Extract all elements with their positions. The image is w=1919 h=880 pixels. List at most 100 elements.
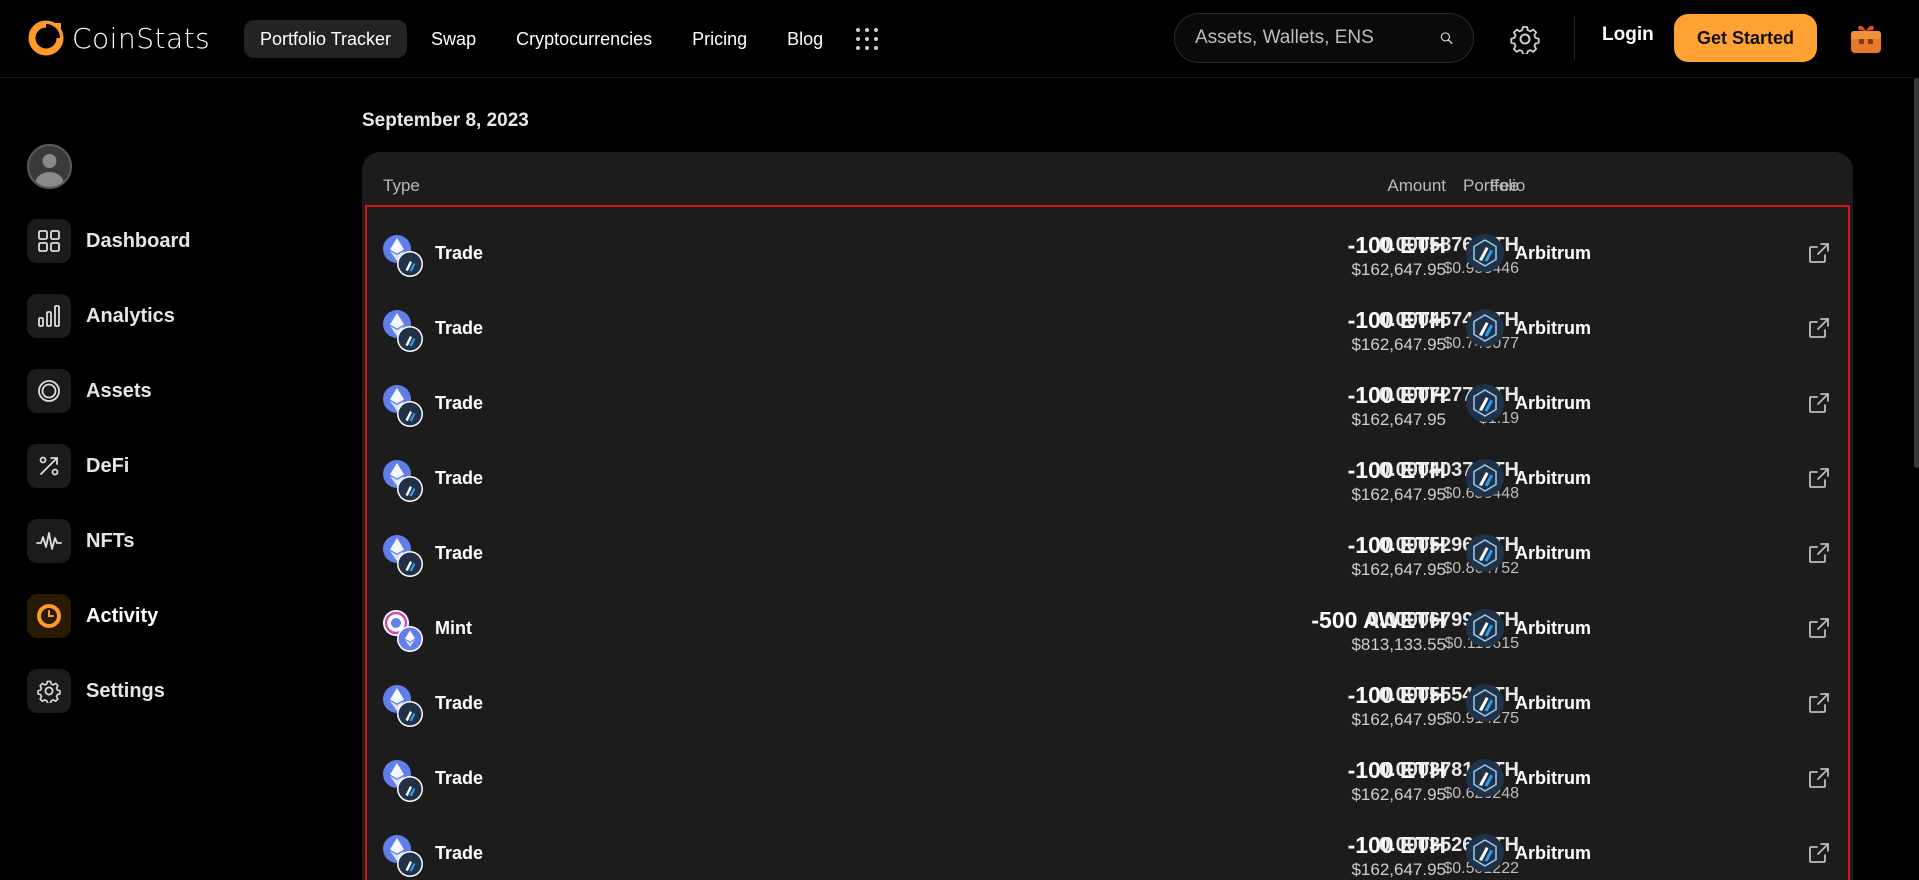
- portfolio-name: Arbitrum: [1515, 468, 1591, 488]
- page-scrollbar[interactable]: [1914, 78, 1919, 468]
- arbitrum-icon: [1466, 234, 1504, 272]
- sidebar-item-defi[interactable]: DeFi: [27, 443, 307, 489]
- arbitrum-icon: [1466, 384, 1504, 422]
- top-header: CoinStats Portfolio Tracker Swap Cryptoc…: [0, 0, 1919, 78]
- sidebar: Dashboard Analytics Assets DeFi NFTs Act…: [0, 78, 320, 880]
- sidebar-item-label: Analytics: [86, 304, 175, 327]
- arbitrum-icon: [1466, 459, 1504, 497]
- arbitrum-icon: [1466, 534, 1504, 572]
- sidebar-item-label: Dashboard: [86, 229, 191, 252]
- avatar[interactable]: [27, 144, 72, 189]
- external-link-icon[interactable]: [1807, 316, 1831, 340]
- aweth-coin-icon: [383, 610, 423, 652]
- table-row[interactable]: Trade -100 ETH $162,647.95 0.0004574 ETH…: [362, 289, 1853, 364]
- transaction-type: Trade: [435, 318, 484, 338]
- table-row[interactable]: Trade -100 ETH $162,647.95 0.0003781 ETH…: [362, 739, 1853, 814]
- portfolio-name: Arbitrum: [1515, 843, 1591, 863]
- table-row[interactable]: Trade -100 ETH $162,647.95 0.0005554 ETH…: [362, 664, 1853, 739]
- eth-arbitrum-coin-icon: [383, 460, 423, 502]
- sidebar-item-nfts[interactable]: NFTs: [27, 518, 307, 564]
- arbitrum-icon: [1466, 759, 1504, 797]
- column-header-amount: Amount: [1387, 176, 1446, 195]
- sidebar-item-label: NFTs: [86, 529, 135, 552]
- transactions-table: Type Amount Fee Portfolio Trade -100 ETH…: [362, 152, 1853, 880]
- transaction-type: Trade: [435, 468, 484, 488]
- arbitrum-icon: [1466, 684, 1504, 722]
- table-row[interactable]: Mint -500 AWETH $813,133.55 0.00006799 E…: [362, 589, 1853, 664]
- sidebar-item-label: DeFi: [86, 454, 130, 477]
- coinstats-logo-icon: [28, 20, 64, 56]
- external-link-icon[interactable]: [1807, 766, 1831, 790]
- search-input[interactable]: [1195, 27, 1440, 49]
- table-row[interactable]: Trade -100 ETH $162,647.95 0.0007277 ETH…: [362, 364, 1853, 439]
- transaction-type: Trade: [435, 543, 484, 563]
- eth-arbitrum-coin-icon: [383, 685, 423, 727]
- table-row[interactable]: Trade -100 ETH $162,647.95 0.0004037 ETH…: [362, 439, 1853, 514]
- table-row[interactable]: Trade -100 ETH $162,647.95 0.0003526 ETH…: [362, 814, 1853, 880]
- arbitrum-icon: [1466, 309, 1504, 347]
- nav-cryptocurrencies[interactable]: Cryptocurrencies: [500, 20, 668, 58]
- dashboard-icon: [27, 219, 71, 263]
- table-row[interactable]: Trade -100 ETH $162,647.95 0.0005296 ETH…: [362, 514, 1853, 589]
- portfolio-name: Arbitrum: [1515, 393, 1591, 413]
- sidebar-item-activity[interactable]: Activity: [27, 593, 307, 639]
- column-header-type: Type: [383, 176, 420, 195]
- portfolio-name: Arbitrum: [1515, 318, 1591, 338]
- transaction-type: Trade: [435, 693, 484, 713]
- grid-dots-icon[interactable]: [855, 27, 879, 51]
- sidebar-item-analytics[interactable]: Analytics: [27, 293, 307, 339]
- external-link-icon[interactable]: [1807, 241, 1831, 265]
- sidebar-item-label: Assets: [86, 379, 152, 402]
- column-header-portfolio: Portfolio: [1463, 176, 1526, 195]
- transaction-type: Trade: [435, 393, 484, 413]
- search-box: [1174, 13, 1474, 63]
- nav-pricing[interactable]: Pricing: [676, 20, 763, 58]
- nav-swap[interactable]: Swap: [415, 20, 492, 58]
- transaction-type: Trade: [435, 768, 484, 788]
- eth-arbitrum-coin-icon: [383, 535, 423, 577]
- eth-arbitrum-coin-icon: [383, 835, 423, 877]
- eth-arbitrum-coin-icon: [383, 235, 423, 277]
- external-link-icon[interactable]: [1807, 391, 1831, 415]
- nav-blog[interactable]: Blog: [771, 20, 839, 58]
- sidebar-item-assets[interactable]: Assets: [27, 368, 307, 414]
- header-divider: [1574, 16, 1575, 60]
- external-link-icon[interactable]: [1807, 616, 1831, 640]
- external-link-icon[interactable]: [1807, 841, 1831, 865]
- search-icon[interactable]: [1440, 26, 1453, 50]
- sidebar-item-settings[interactable]: Settings: [27, 668, 307, 714]
- login-button[interactable]: Login: [1602, 24, 1654, 46]
- eth-arbitrum-coin-icon: [383, 760, 423, 802]
- sidebar-item-label: Activity: [86, 604, 159, 627]
- arbitrum-icon: [1466, 609, 1504, 647]
- transaction-type: Trade: [435, 843, 484, 863]
- eth-arbitrum-coin-icon: [383, 385, 423, 427]
- nav-portfolio-tracker[interactable]: Portfolio Tracker: [244, 20, 408, 58]
- external-link-icon[interactable]: [1807, 541, 1831, 565]
- portfolio-name: Arbitrum: [1515, 543, 1591, 563]
- settings-icon: [27, 669, 71, 713]
- arbitrum-icon: [1466, 834, 1504, 872]
- nfts-icon: [27, 519, 71, 563]
- main-nav: Portfolio Tracker Swap Cryptocurrencies …: [244, 20, 879, 58]
- external-link-icon[interactable]: [1807, 691, 1831, 715]
- get-started-button[interactable]: Get Started: [1674, 14, 1817, 62]
- transaction-type: Trade: [435, 243, 484, 263]
- eth-arbitrum-coin-icon: [383, 310, 423, 352]
- portfolio-name: Arbitrum: [1515, 618, 1591, 638]
- gear-icon[interactable]: [1510, 24, 1540, 54]
- transaction-type: Mint: [435, 618, 472, 638]
- external-link-icon[interactable]: [1807, 466, 1831, 490]
- coinstats-logo[interactable]: CoinStats: [28, 20, 210, 56]
- portfolio-name: Arbitrum: [1515, 243, 1591, 263]
- gift-box-icon[interactable]: [1848, 20, 1884, 56]
- table-row[interactable]: Trade -100 ETH $162,647.95 0.0005876 ETH…: [362, 214, 1853, 289]
- assets-icon: [27, 369, 71, 413]
- user-avatar-icon: [35, 154, 64, 187]
- portfolio-name: Arbitrum: [1515, 768, 1591, 788]
- activity-icon: [27, 594, 71, 638]
- sidebar-item-dashboard[interactable]: Dashboard: [27, 218, 307, 264]
- portfolio-name: Arbitrum: [1515, 693, 1591, 713]
- brand-name: CoinStats: [72, 21, 211, 55]
- sidebar-item-label: Settings: [86, 679, 165, 702]
